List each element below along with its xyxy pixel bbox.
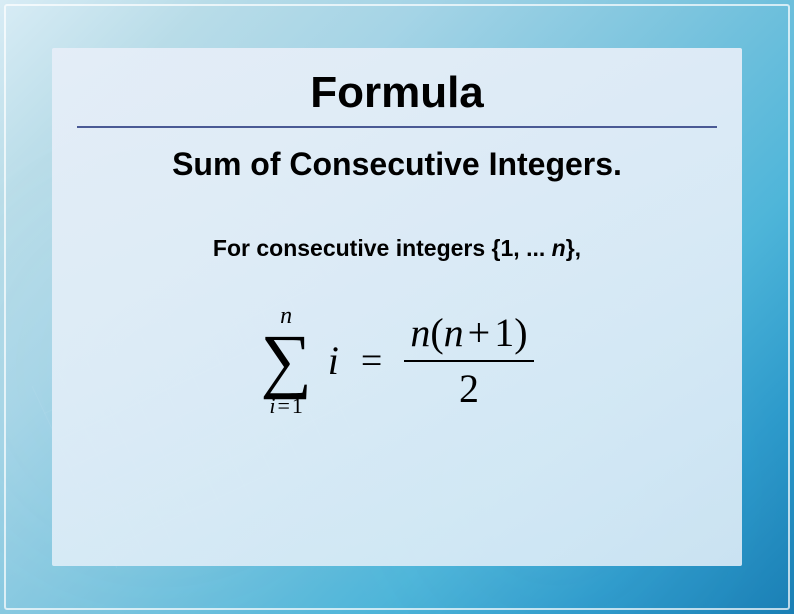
description-prefix: For consecutive integers {1, ... <box>213 235 552 261</box>
formula-card: Formula Sum of Consecutive Integers. For… <box>52 48 742 566</box>
description-variable: n <box>552 235 566 261</box>
sigma-index-var: i <box>269 393 275 418</box>
card-subtitle: Sum of Consecutive Integers. <box>172 146 622 183</box>
numerator-one: 1 <box>494 310 514 355</box>
sigma-index-start: 1 <box>292 393 303 418</box>
numerator-n-second: n <box>444 310 464 355</box>
title-underline <box>77 126 717 128</box>
fraction: n(n+1) 2 <box>404 310 533 412</box>
numerator: n(n+1) <box>404 310 533 362</box>
card-title: Formula <box>310 68 484 118</box>
equals-sign: = <box>361 339 382 383</box>
summand: i <box>328 337 339 384</box>
denominator: 2 <box>459 362 479 412</box>
numerator-rparen: ) <box>514 310 527 355</box>
description-suffix: }, <box>566 235 581 261</box>
sigma-lower-bound: i=1 <box>269 395 303 417</box>
sigma-notation: n ∑ i=1 <box>260 304 311 417</box>
numerator-n-first: n <box>410 310 430 355</box>
sigma-index-eq: = <box>277 393 289 418</box>
sigma-symbol: ∑ <box>260 330 311 391</box>
numerator-plus: + <box>468 310 491 355</box>
formula-description: For consecutive integers {1, ... n}, <box>213 235 581 262</box>
formula-expression: n ∑ i=1 i = n(n+1) 2 <box>260 304 533 417</box>
numerator-lparen: ( <box>430 310 443 355</box>
